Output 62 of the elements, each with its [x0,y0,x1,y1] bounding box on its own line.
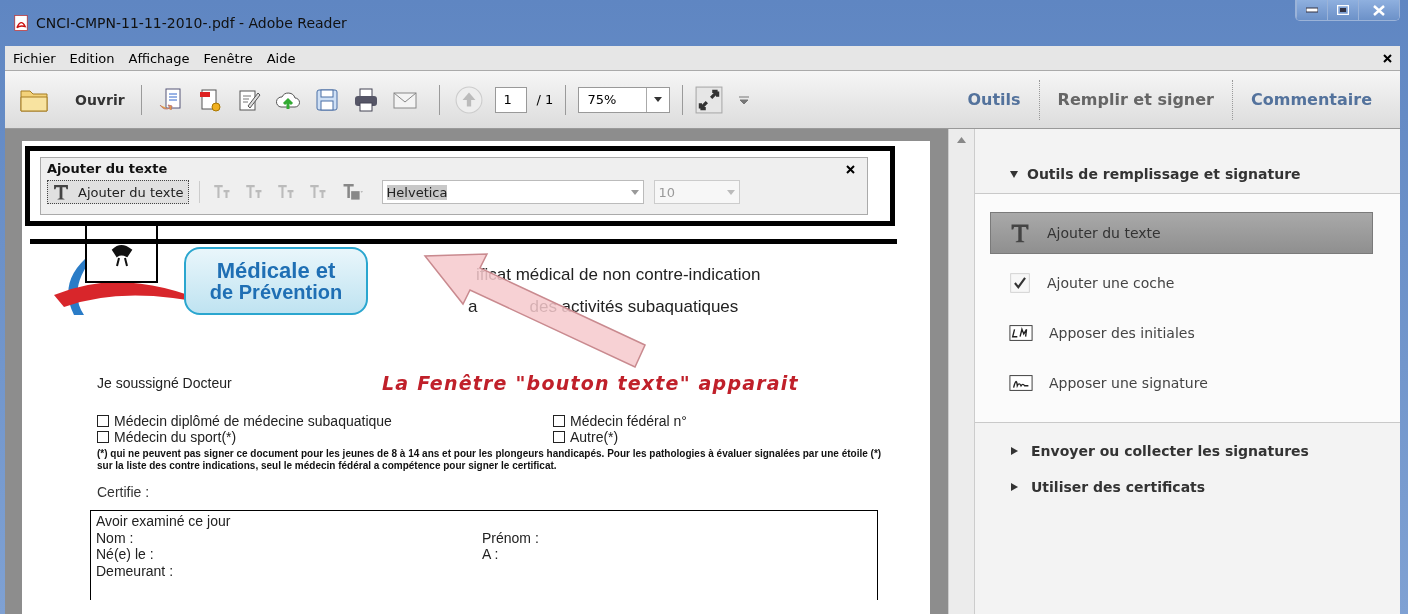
tool-item[interactable]: Apposer une signature [990,362,1373,404]
page-number-field[interactable]: 1 [494,86,527,113]
tool-item[interactable]: Apposer des initiales [990,312,1373,354]
form-label: A : [482,546,500,563]
menu-item[interactable]: Fenêtre [203,50,253,66]
form-label: Nom : [96,529,135,547]
close-icon[interactable] [846,165,855,174]
printer-icon[interactable] [352,86,379,113]
footnote: (*) qui ne peuvent pas signer ce document pour les jeunes de 8 à 14 ans et pour les plongeurs handicapés. Pour les pathologies à évaluer signalées par une étoile (*) sur la liste des contre indications, seul le médecin fédéral a compétence pour signer le certificat. [97,448,883,472]
collapse-triangle-icon[interactable] [1009,169,1019,179]
tool-item[interactable]: Ajouter du texte [990,212,1373,254]
tab[interactable]: Outils [949,79,1039,120]
annotation-text: La Fenêtre "bouton texte" apparait [382,372,799,394]
tool-item[interactable]: Ajouter une coche [990,262,1373,304]
maximize-button[interactable] [1327,0,1358,20]
document-title-fragment: a [468,297,478,317]
add-text-button[interactable]: Ajouter du texte [47,180,189,204]
caret-icon [654,97,663,102]
caret-icon [726,189,735,195]
window-title: CNCI-CMPN-11-11-2010-.pdf - Adobe Reader [36,15,347,31]
expand-triangle-icon[interactable] [1009,482,1019,492]
open-button[interactable]: Ouvrir [15,86,129,113]
menu-item[interactable]: Affichage [128,50,190,66]
document-text: Certifie : [97,484,151,500]
pdf-icon [12,14,30,32]
save-icon[interactable] [313,86,340,113]
option-label: Médecin du sport(*) [114,429,237,445]
panel-section[interactable]: Utiliser des certificats [975,469,1400,505]
document-text: Je soussigné Docteur [97,375,232,391]
minimize-icon [1306,7,1318,13]
expand-arrows-icon[interactable] [695,85,724,114]
scroll-up-icon[interactable] [957,137,966,143]
zoom-field[interactable]: 75% [578,86,671,113]
expand-triangle-icon[interactable] [1009,446,1019,456]
toolbar-title: Ajouter du texte [47,161,168,176]
caret-icon [630,189,639,195]
text-tool-icon [1009,222,1031,244]
page-total: / 1 [536,92,554,107]
text-tool-icon [52,183,70,201]
panel-section[interactable]: Envoyer ou collecter les signatures [975,433,1400,469]
menu-item[interactable]: Edition [69,50,115,66]
panel-heading: Outils de remplissage et signature [1027,166,1301,182]
overflow-icon[interactable] [739,95,750,104]
checkmark-icon [1009,272,1031,294]
tab[interactable]: Commentaire [1232,79,1390,120]
document-arrow-icon[interactable] [157,86,184,113]
form-label: Demeurant : [96,562,175,580]
form-label: Né(e) le : [96,546,155,563]
form-label: Prénom : [482,529,540,547]
menu-item[interactable]: Aide [266,50,296,66]
logo-drawing: Médicale et de Prévention [44,225,370,323]
close-icon[interactable] [1383,53,1392,63]
maximize-icon [1337,5,1349,15]
form-text: Avoir examiné ce jour [96,513,232,530]
menu-item[interactable]: Fichier [13,50,56,66]
font-field[interactable]: Helvetica [381,180,644,204]
close-icon [1373,4,1385,16]
option-label: Autre(*) [570,429,619,445]
tab[interactable]: Remplir et signer [1038,79,1232,120]
minimize-button[interactable] [1296,0,1327,20]
option-label: Médecin fédéral n° [570,413,687,429]
option-label: Médecin diplômé de médecine subaquatique [114,413,392,429]
